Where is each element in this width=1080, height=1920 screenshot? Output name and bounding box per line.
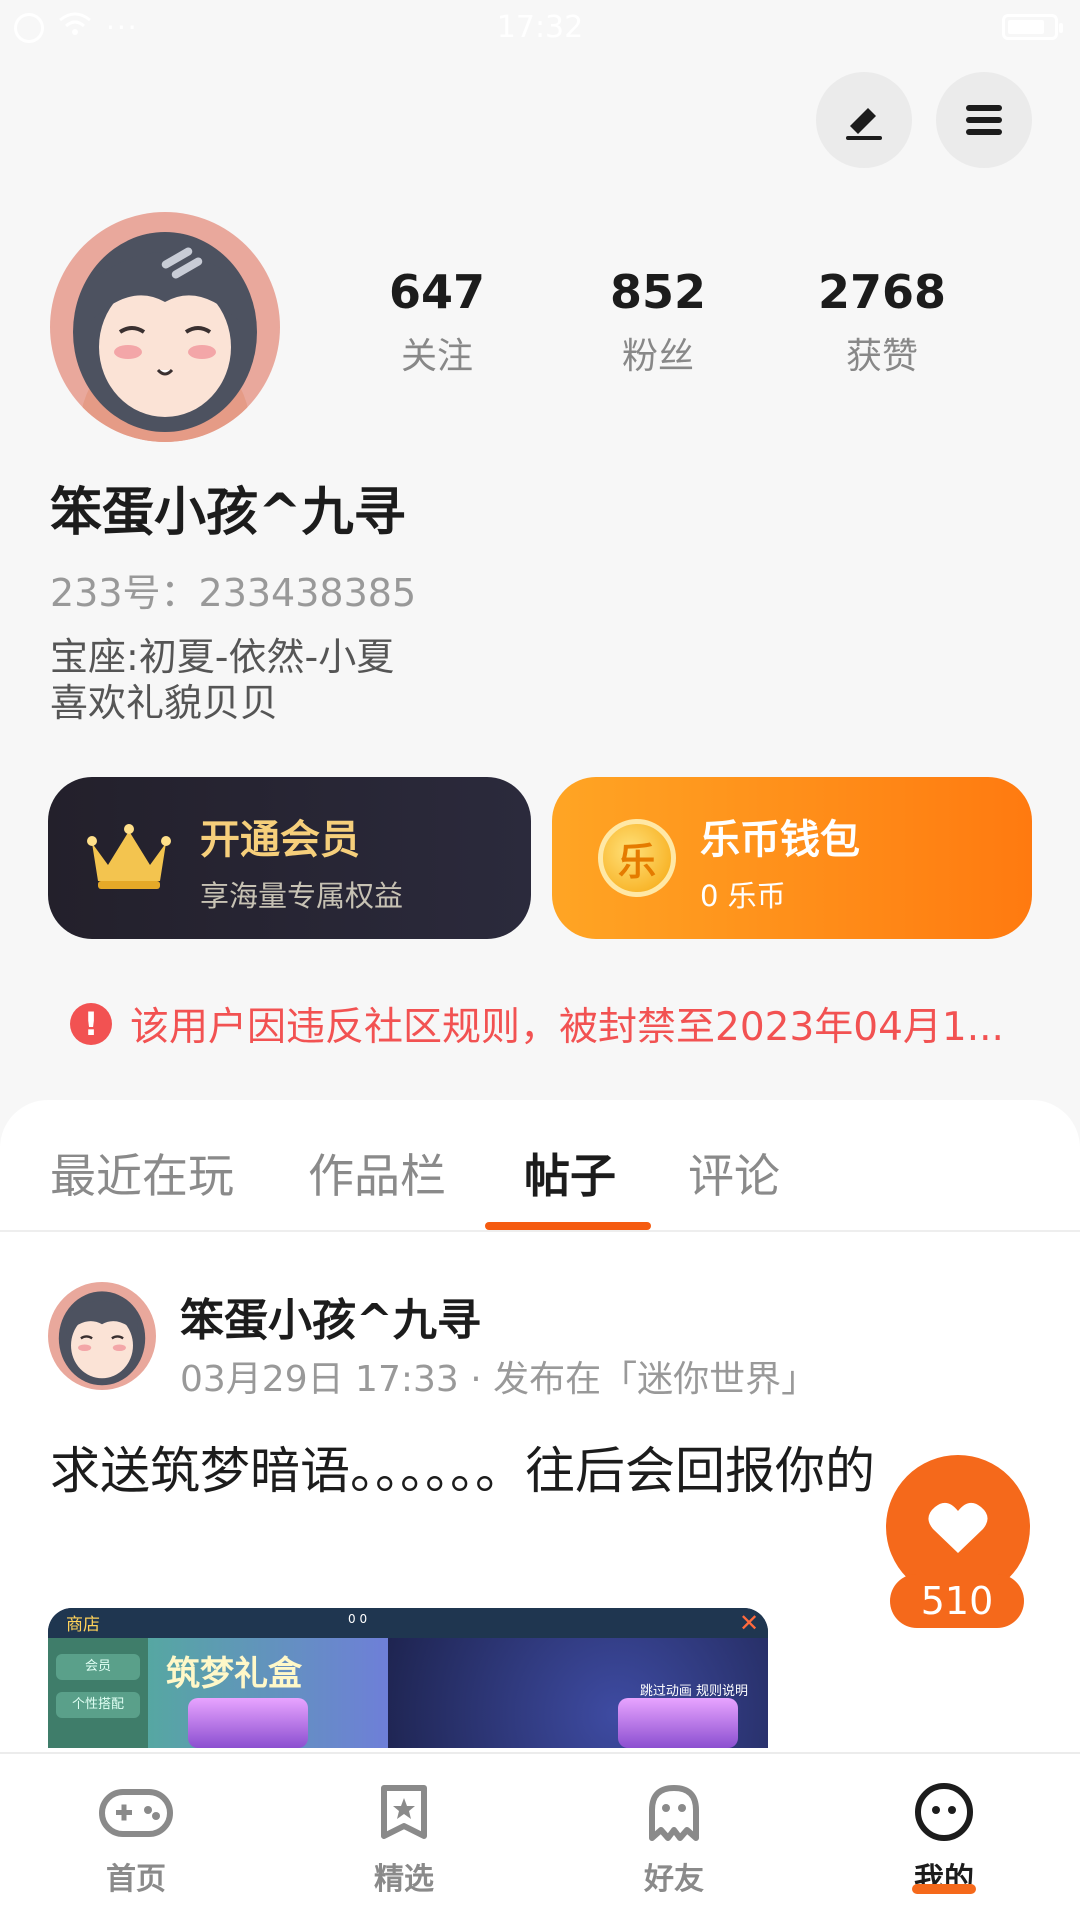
heart-icon (928, 1502, 988, 1553)
profile-stats: 647 关注 852 粉丝 2768 获赞 (0, 265, 1080, 395)
post-author-avatar[interactable] (48, 1282, 156, 1390)
image-header-bar: 商店 0 0 ✕ (48, 1608, 768, 1638)
ban-notice: ! 该用户因违反社区规则，被封禁至2023年04月1... (70, 996, 1004, 1052)
post-text[interactable]: 求送筑梦暗语。。。。。。往后会回报你的 (50, 1440, 1030, 1502)
image-menu-item: 会员 (56, 1654, 140, 1680)
pen-icon (846, 108, 882, 140)
active-tab-indicator (485, 1222, 651, 1230)
following-label: 关注 (400, 336, 473, 377)
tab-posts[interactable]: 帖子 (524, 1140, 616, 1206)
profile-username: 笨蛋小孩^九寻 (50, 483, 406, 543)
tab-works[interactable]: 作品栏 (308, 1140, 446, 1206)
gift-box-icon (618, 1698, 738, 1748)
vip-subtitle: 享海量专属权益 (200, 879, 404, 913)
ghost-icon (649, 1785, 699, 1841)
image-banner-text: 筑梦礼盒 (166, 1654, 302, 1694)
gift-box-icon (188, 1698, 308, 1748)
status-bar: ··· 17:32 (0, 0, 1080, 56)
wallet-balance: 0 乐币 (700, 879, 786, 913)
following-stat[interactable]: 647 关注 (337, 265, 537, 379)
battery-icon (1002, 14, 1063, 40)
menu-button[interactable] (936, 72, 1032, 168)
warning-icon: ! (70, 1003, 112, 1045)
clock: 17:32 (496, 10, 584, 45)
profile-bio: 宝座:初夏-依然-小夏 喜欢礼貌贝贝 (50, 634, 394, 726)
nav-home[interactable]: 首页 (56, 1782, 216, 1898)
following-count: 647 (388, 265, 486, 319)
bio-line: 宝座:初夏-依然-小夏 (50, 635, 395, 679)
bottom-navigation: 首页 精选 好友 我的 (0, 1752, 1080, 1920)
vip-title: 开通会员 (200, 817, 360, 863)
coin-icon: 乐 (598, 819, 676, 897)
image-shop-label: 商店 (66, 1615, 100, 1635)
likes-count: 2768 (817, 265, 947, 319)
post-meta: 03月29日 17:33 · 发布在「迷你世界」 (180, 1359, 818, 1400)
profile-uid: 233号：233438385 (50, 571, 417, 615)
nav-me[interactable]: 我的 (864, 1782, 1024, 1898)
likes-label: 获赞 (845, 336, 918, 377)
wallet-title: 乐币钱包 (700, 817, 860, 863)
image-currency-values: 0 0 (348, 1612, 368, 1626)
image-skip-label: 跳过动画 规则说明 (639, 1684, 748, 1699)
likes-stat[interactable]: 2768 获赞 (782, 265, 982, 379)
ban-text: 该用户因违反社区规则，被封禁至2023年04月1... (130, 1005, 1004, 1050)
smiley-icon (915, 1783, 973, 1841)
nav-label: 首页 (106, 1862, 166, 1897)
edit-profile-button[interactable] (816, 72, 912, 168)
image-side-menu: 会员 个性搭配 (48, 1638, 148, 1748)
hamburger-icon (966, 105, 1002, 135)
post-author-name[interactable]: 笨蛋小孩^九寻 (180, 1284, 481, 1348)
image-close-icon: ✕ (738, 1609, 760, 1637)
profile-tabs: 最近在玩 作品栏 帖子 评论 (0, 1100, 1080, 1232)
like-count: 510 (890, 1574, 1024, 1628)
wallet-card[interactable]: 乐 乐币钱包 0 乐币 (552, 777, 1032, 939)
tab-recently-played[interactable]: 最近在玩 (50, 1140, 234, 1206)
active-nav-indicator (912, 1884, 976, 1894)
crown-icon (87, 824, 171, 889)
tab-comments[interactable]: 评论 (688, 1140, 780, 1206)
image-menu-item: 个性搭配 (56, 1692, 140, 1718)
nav-featured[interactable]: 精选 (324, 1782, 484, 1898)
post-image[interactable]: 商店 0 0 ✕ 会员 个性搭配 筑梦礼盒 跳过动画 规则说明 (48, 1608, 768, 1748)
star-bookmark-icon (381, 1785, 427, 1839)
bio-line: 喜欢礼貌贝贝 (50, 681, 279, 725)
gamepad-icon (99, 1789, 173, 1837)
followers-count: 852 (609, 265, 707, 319)
nav-friends[interactable]: 好友 (594, 1782, 754, 1898)
nav-label: 好友 (644, 1862, 704, 1897)
followers-stat[interactable]: 852 粉丝 (558, 265, 758, 379)
nav-label: 精选 (374, 1862, 434, 1897)
followers-label: 粉丝 (621, 336, 694, 377)
vip-membership-card[interactable]: 开通会员 享海量专属权益 (48, 777, 531, 939)
